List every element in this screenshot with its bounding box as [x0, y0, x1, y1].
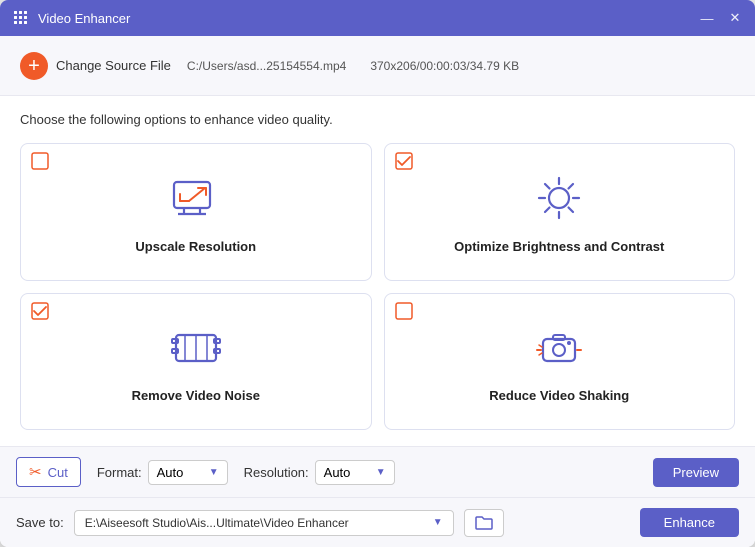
brightness-label: Optimize Brightness and Contrast — [454, 239, 664, 254]
app-icon — [12, 9, 30, 27]
upscale-icon — [170, 172, 222, 229]
folder-icon — [475, 515, 493, 531]
file-meta: 370x206/00:00:03/34.79 KB — [370, 59, 519, 73]
upscale-card[interactable]: Upscale Resolution — [20, 143, 372, 281]
app-window: Video Enhancer — ✕ + Change Source File … — [0, 0, 755, 547]
title-bar: Video Enhancer — ✕ — [0, 0, 755, 36]
format-value: Auto — [157, 465, 184, 480]
noise-card[interactable]: Remove Video Noise — [20, 293, 372, 431]
resolution-value: Auto — [324, 465, 351, 480]
noise-icon — [170, 321, 222, 378]
shaking-checkbox[interactable] — [395, 302, 413, 320]
folder-button[interactable] — [464, 509, 504, 537]
save-path-text: E:\Aiseesoft Studio\Ais...Ultimate\Video… — [85, 516, 349, 530]
plus-icon: + — [20, 52, 48, 80]
main-content: Choose the following options to enhance … — [0, 96, 755, 446]
upscale-checkbox[interactable] — [31, 152, 49, 170]
save-to-label: Save to: — [16, 515, 64, 530]
resolution-group: Resolution: Auto ▼ — [244, 460, 395, 485]
brightness-icon — [533, 172, 585, 229]
preview-button[interactable]: Preview — [653, 458, 739, 487]
file-path: C:/Users/asd...25154554.mp4 — [187, 59, 346, 73]
resolution-dropdown[interactable]: Auto ▼ — [315, 460, 395, 485]
enhance-button[interactable]: Enhance — [640, 508, 739, 537]
save-path-arrow-icon: ▼ — [433, 517, 443, 528]
shaking-icon — [533, 321, 585, 378]
noise-checkbox[interactable] — [31, 302, 49, 320]
save-path-dropdown[interactable]: E:\Aiseesoft Studio\Ais...Ultimate\Video… — [74, 510, 454, 536]
scissors-icon: ✂ — [29, 463, 42, 481]
noise-label: Remove Video Noise — [132, 388, 260, 403]
format-arrow-icon: ▼ — [209, 467, 219, 478]
format-group: Format: Auto ▼ — [97, 460, 228, 485]
resolution-arrow-icon: ▼ — [376, 467, 386, 478]
brightness-card[interactable]: Optimize Brightness and Contrast — [384, 143, 736, 281]
shaking-card[interactable]: Reduce Video Shaking — [384, 293, 736, 431]
app-title: Video Enhancer — [38, 11, 699, 26]
change-source-label: Change Source File — [56, 58, 171, 73]
save-bar: Save to: E:\Aiseesoft Studio\Ais...Ultim… — [0, 497, 755, 547]
cut-button[interactable]: ✂ Cut — [16, 457, 81, 487]
change-source-button[interactable]: + Change Source File — [16, 46, 175, 86]
resolution-label: Resolution: — [244, 465, 309, 480]
minimize-button[interactable]: — — [699, 10, 715, 26]
upscale-label: Upscale Resolution — [135, 239, 256, 254]
options-grid: Upscale Resolution — [20, 143, 735, 430]
toolbar: + Change Source File C:/Users/asd...2515… — [0, 36, 755, 96]
window-controls: — ✕ — [699, 10, 743, 26]
format-label: Format: — [97, 465, 142, 480]
instructions-text: Choose the following options to enhance … — [20, 112, 735, 127]
shaking-label: Reduce Video Shaking — [489, 388, 629, 403]
brightness-checkbox[interactable] — [395, 152, 413, 170]
close-button[interactable]: ✕ — [727, 10, 743, 26]
format-dropdown[interactable]: Auto ▼ — [148, 460, 228, 485]
bottom-controls: ✂ Cut Format: Auto ▼ Resolution: Auto ▼ … — [0, 446, 755, 497]
cut-label: Cut — [48, 465, 68, 480]
